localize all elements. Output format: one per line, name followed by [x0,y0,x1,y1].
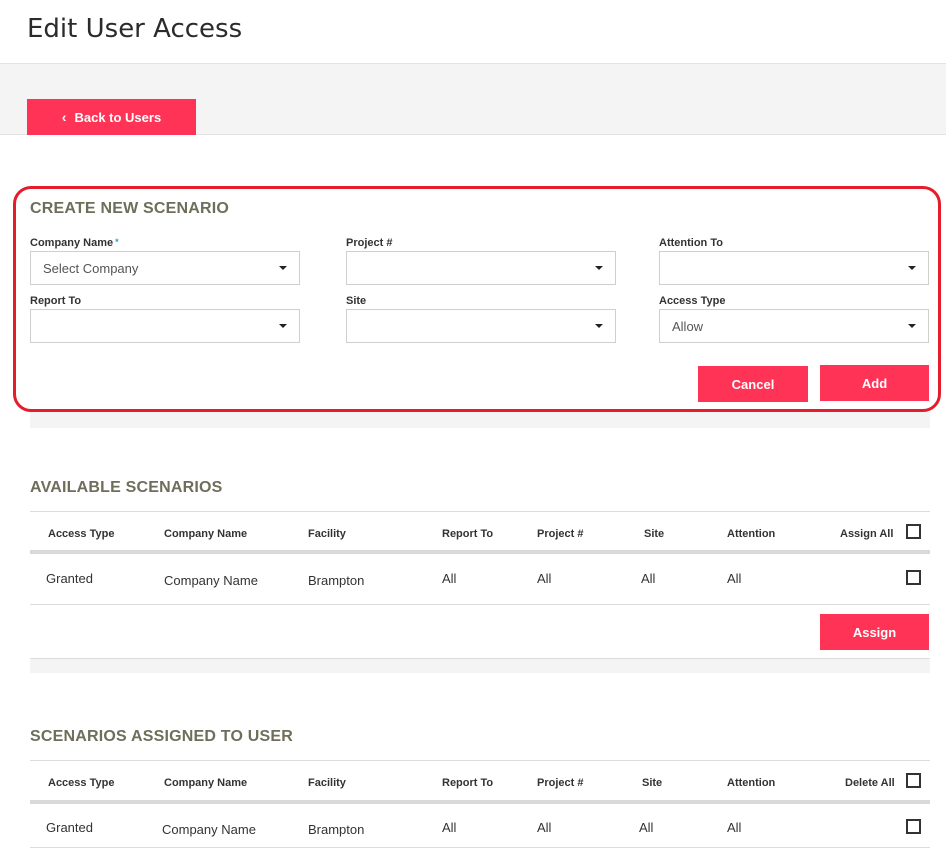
cell-site: All [639,820,654,835]
cell-access-type: Granted [46,820,93,835]
col-company-name: Company Name [164,528,248,540]
access-type-select[interactable]: Allow [659,309,929,343]
cell-attention: All [727,571,742,586]
cell-facility: Brampton [308,822,365,837]
divider [30,847,930,848]
available-scenarios-title: AVAILABLE SCENARIOS [30,479,223,496]
divider [30,760,930,761]
report-to-select[interactable] [30,309,300,343]
caret-down-icon [908,324,916,328]
create-scenario-title: CREATE NEW SCENARIO [30,200,230,217]
report-to-label: Report To [30,295,82,307]
assigned-scenarios-title: SCENARIOS ASSIGNED TO USER [30,728,294,745]
col-project: Project # [537,528,584,540]
col-company-name: Company Name [164,777,248,789]
page-header: Edit User Access [0,0,946,64]
company-name-value: Select Company [43,260,139,276]
col-site: Site [642,777,663,789]
attention-to-select[interactable] [659,251,929,285]
col-attention: Attention [727,528,776,540]
section-footer-strip [30,659,930,673]
chevron-left-icon: ‹ [61,109,67,125]
header-divider [30,550,930,554]
cell-site: All [641,571,656,586]
site-label: Site [346,295,367,307]
col-assign-all: Assign All [840,528,894,540]
cell-company-name: Company Name [162,822,256,837]
cell-access-type: Granted [46,571,93,586]
back-button-label: Back to Users [74,109,162,125]
page-title: Edit User Access [27,14,243,44]
header-divider [30,800,930,804]
panel-footer-strip [30,412,930,428]
caret-down-icon [595,266,603,270]
company-name-select[interactable]: Select Company [30,251,300,285]
col-report-to: Report To [442,528,494,540]
col-project: Project # [537,777,584,789]
back-to-users-button[interactable]: ‹ Back to Users [27,99,196,135]
col-site: Site [644,528,665,540]
assign-all-checkbox[interactable] [906,524,921,539]
col-report-to: Report To [442,777,494,789]
caret-down-icon [595,324,603,328]
access-type-label: Access Type [659,295,726,307]
add-button[interactable]: Add [820,365,929,401]
company-name-label: Company Name * [30,237,119,249]
cell-project: All [537,820,552,835]
cell-company-name: Company Name [164,573,258,588]
cancel-button[interactable]: Cancel [698,366,808,402]
cell-report-to: All [442,571,457,586]
project-label: Project # [346,237,393,249]
cell-facility: Brampton [308,573,365,588]
create-scenario-panel: CREATE NEW SCENARIO Company Name * Select… [13,186,941,412]
required-marker: * [115,237,119,247]
cell-report-to: All [442,820,457,835]
site-select[interactable] [346,309,616,343]
caret-down-icon [279,266,287,270]
cell-attention: All [727,820,742,835]
divider [30,511,930,512]
col-facility: Facility [308,777,346,789]
col-attention: Attention [727,777,776,789]
delete-all-checkbox[interactable] [906,773,921,788]
col-facility: Facility [308,528,346,540]
col-access-type: Access Type [48,777,115,789]
attention-to-label: Attention To [659,237,723,249]
row-select-checkbox[interactable] [906,570,921,585]
col-access-type: Access Type [48,528,115,540]
caret-down-icon [908,266,916,270]
access-type-value: Allow [672,318,704,334]
col-delete-all: Delete All [845,777,895,789]
project-select[interactable] [346,251,616,285]
cell-project: All [537,571,552,586]
row-select-checkbox[interactable] [906,819,921,834]
assign-button[interactable]: Assign [820,614,929,650]
divider [30,604,930,605]
caret-down-icon [279,324,287,328]
